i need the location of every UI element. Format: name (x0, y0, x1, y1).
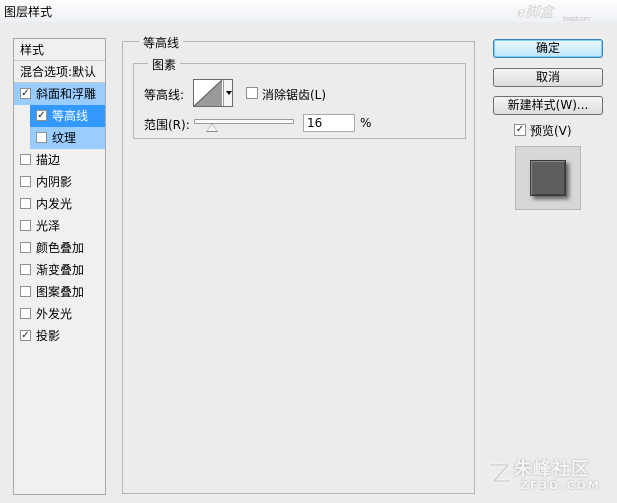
sidebar-item-label: 投影 (36, 329, 61, 343)
range-label: 范围(R): (144, 118, 190, 132)
sidebar-item-drop-shadow[interactable]: ✓ 投影 (14, 325, 105, 347)
sidebar-item-inner-glow[interactable]: 内发光 (14, 193, 105, 215)
contour-group: 等高线 图素 等高线: 消除锯齿(L) 范围(R): 16 % (122, 34, 475, 494)
chevron-down-icon[interactable] (223, 80, 232, 106)
elements-subgroup-title: 图素 (148, 56, 181, 73)
contour-checkbox[interactable]: ✓ (36, 110, 47, 121)
zf3d-logo-icon (488, 463, 512, 483)
sidebar-item-outer-glow[interactable]: 外发光 (14, 303, 105, 325)
sidebar-item-label: 纹理 (52, 131, 77, 145)
cancel-button[interactable]: 取消 (493, 68, 603, 87)
bevel-emboss-checkbox[interactable]: ✓ (20, 88, 31, 99)
color-overlay-checkbox[interactable] (20, 242, 31, 253)
sidebar-item-color-overlay[interactable]: 颜色叠加 (14, 237, 105, 259)
sidebar-item-contour[interactable]: ✓ 等高线 (30, 105, 105, 127)
range-slider-thumb[interactable] (206, 123, 218, 132)
sidebar-item-satin[interactable]: 光泽 (14, 215, 105, 237)
pattern-overlay-checkbox[interactable] (20, 286, 31, 297)
sidebar-item-label: 外发光 (36, 307, 73, 321)
ok-button[interactable]: 确定 (493, 39, 603, 58)
stroke-checkbox[interactable] (20, 154, 31, 165)
watermark-bottom-main: 朱峰社区 (514, 459, 590, 480)
contour-curve-icon (194, 80, 223, 106)
contour-label: 等高线: (144, 88, 185, 102)
preview-swatch (530, 160, 566, 196)
sidebar-item-bevel-emboss[interactable]: ✓ 斜面和浮雕 (14, 83, 105, 105)
watermark-top-main: e脚盒 (517, 3, 554, 21)
anti-aliased-label[interactable]: 消除锯齿(L) (262, 86, 326, 103)
gradient-overlay-checkbox[interactable] (20, 264, 31, 275)
sidebar-item-label: 斜面和浮雕 (36, 87, 97, 101)
range-unit: % (360, 116, 372, 130)
satin-checkbox[interactable] (20, 220, 31, 231)
styles-header[interactable]: 样式 (14, 39, 105, 61)
sidebar-item-label: 光泽 (36, 219, 61, 233)
blending-options-item[interactable]: 混合选项:默认 (14, 61, 105, 83)
sidebar-item-label: 渐变叠加 (36, 263, 85, 277)
sidebar-item-label: 内阴影 (36, 175, 73, 189)
sidebar-item-label: 描边 (36, 153, 61, 167)
inner-shadow-checkbox[interactable] (20, 176, 31, 187)
texture-checkbox[interactable] (36, 132, 47, 143)
title-bar: 图层样式 e脚盒 lnxsd.com (0, 0, 617, 23)
sidebar-item-label: 等高线 (52, 109, 89, 123)
preview-checkbox[interactable]: ✓ (514, 124, 526, 136)
style-preview (515, 146, 581, 210)
styles-list: 样式 混合选项:默认 ✓ 斜面和浮雕 ✓ 等高线 纹理 描边 内阴影 内发光 光… (13, 38, 106, 495)
sidebar-item-texture[interactable]: 纹理 (30, 127, 105, 149)
sidebar-item-stroke[interactable]: 描边 (14, 149, 105, 171)
new-style-button[interactable]: 新建样式(W)... (493, 96, 603, 115)
window-title: 图层样式 (4, 5, 53, 19)
outer-glow-checkbox[interactable] (20, 308, 31, 319)
watermark-top: e脚盒 lnxsd.com (517, 1, 609, 23)
sidebar-item-label: 内发光 (36, 197, 73, 211)
elements-subgroup: 图素 等高线: 消除锯齿(L) 范围(R): 16 % (133, 56, 466, 139)
inner-glow-checkbox[interactable] (20, 198, 31, 209)
sidebar-item-pattern-overlay[interactable]: 图案叠加 (14, 281, 105, 303)
anti-aliased-checkbox[interactable] (246, 87, 258, 99)
preview-label[interactable]: 预览(V) (530, 122, 572, 139)
dialog-client: 样式 混合选项:默认 ✓ 斜面和浮雕 ✓ 等高线 纹理 描边 内阴影 内发光 光… (0, 22, 617, 503)
sidebar-item-inner-shadow[interactable]: 内阴影 (14, 171, 105, 193)
sidebar-item-gradient-overlay[interactable]: 渐变叠加 (14, 259, 105, 281)
range-input[interactable]: 16 (303, 114, 355, 132)
sidebar-item-label: 图案叠加 (36, 285, 85, 299)
drop-shadow-checkbox[interactable]: ✓ (20, 330, 31, 341)
contour-picker[interactable] (193, 79, 233, 107)
watermark-bottom: 朱峰社区 ZF3D.COM (484, 455, 612, 499)
contour-group-title: 等高线 (139, 34, 184, 51)
sidebar-item-label: 颜色叠加 (36, 241, 85, 255)
watermark-bottom-url: ZF3D.COM (520, 479, 601, 492)
